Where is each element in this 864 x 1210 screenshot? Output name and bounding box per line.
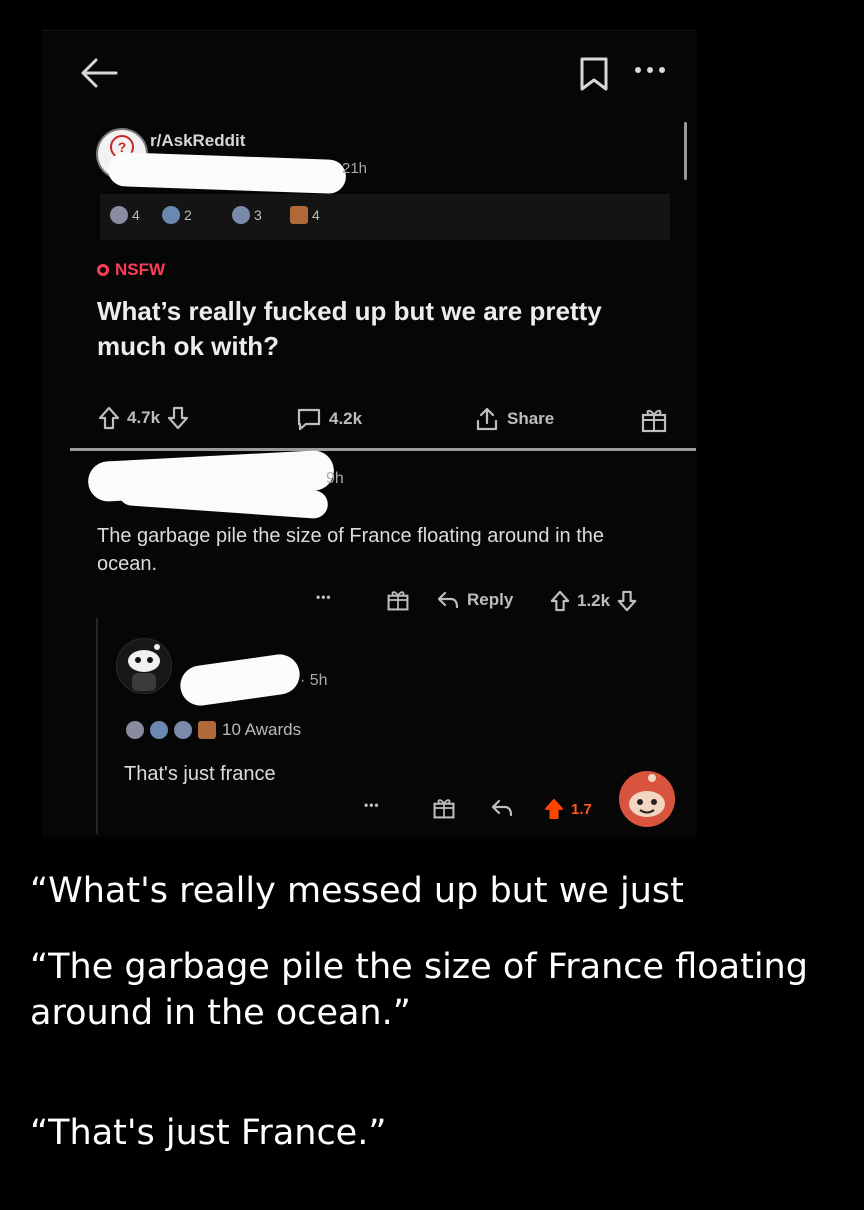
caption-line-2: “The garbage pile the size of France flo… [30,947,808,1033]
section-divider [70,448,696,451]
back-arrow-icon[interactable] [78,52,120,94]
post-title[interactable]: What’s really fucked up but we are prett… [97,294,657,364]
comment-downvote-icon[interactable] [617,590,637,612]
subreddit-name[interactable]: r/AskReddit [150,131,245,151]
comment-award-icon[interactable] [386,588,410,612]
award-count: 2 [184,207,192,223]
share-label: Share [507,409,555,428]
reply-vote-count: 1.7 [571,800,592,818]
scrollbar[interactable] [684,122,687,180]
bookmark-icon[interactable] [578,56,610,92]
upvote-icon[interactable] [98,406,120,430]
nsfw-tag: NSFW [97,260,165,280]
reply-award-icon[interactable] [432,796,456,820]
more-options-icon[interactable] [630,60,670,80]
award-item[interactable]: 4 [110,206,140,224]
nsfw-icon [97,264,109,276]
snoo-avatar-icon [128,644,160,691]
award-gift-icon[interactable] [640,406,668,434]
post-time: 21h [342,160,368,177]
award-item[interactable]: 3 [232,206,262,224]
award-count: 3 [254,207,262,223]
comment-vote-bar: 1.2k [550,590,637,612]
award-count: 4 [312,207,320,223]
silver-award-icon [110,206,128,224]
thread-indent-line [96,618,98,834]
reply-more-button[interactable]: ••• [364,798,380,812]
award-item[interactable]: 4 [290,206,320,224]
award-item[interactable]: 2 [162,206,192,224]
post-vote-count: 4.7k [127,408,161,427]
reply-vote-bar: 1.7 [544,798,592,820]
share-icon [476,407,498,431]
gift-award-icon [290,206,308,224]
comment-count: 4.2k [329,409,363,428]
downvote-icon[interactable] [167,406,189,430]
reply-author-avatar[interactable] [116,638,172,694]
caption-line-1: “What's really messed up but we just [30,871,684,911]
nsfw-label: NSFW [115,260,166,279]
comment-reply-button[interactable]: Reply [436,590,513,610]
reply-upvote-active-icon[interactable] [544,798,564,820]
comment-bubble-icon [297,408,321,431]
award-count: 4 [132,207,140,223]
comment-more-button[interactable]: ••• [316,590,332,604]
reply-awards-label: 10 Awards [222,720,302,739]
silver-award-icon [126,721,144,739]
reply-awards[interactable]: 10 Awards [126,720,301,740]
reply-arrow-icon[interactable] [490,798,514,818]
comment-body: The garbage pile the size of France floa… [97,525,604,575]
helpful-award-icon [162,206,180,224]
helpful-award-icon [150,721,168,739]
comment-time: 9h [326,470,344,487]
comment-upvote-icon[interactable] [550,590,570,612]
reply-label: Reply [467,590,514,609]
comments-button[interactable]: 4.2k [296,406,362,432]
coin-award-icon [232,206,250,224]
share-button[interactable]: Share [474,406,554,432]
caption-line-3: “That's just France.” [30,1113,387,1153]
reply-arrow-icon [437,591,459,609]
post-vote-bar: 4.7k [98,406,189,430]
comment-vote-count: 1.2k [577,591,611,610]
reply-time: · 5h [300,672,328,689]
reply-body: That's just france [124,763,276,785]
comment-more: ••• [316,590,332,604]
coin-award-icon [174,721,192,739]
gift-award-icon [198,721,216,739]
reddit-gold-snoo-icon [619,771,675,827]
award-strip[interactable]: 4 2 3 4 [100,194,670,240]
reply-more: ••• [364,798,380,812]
